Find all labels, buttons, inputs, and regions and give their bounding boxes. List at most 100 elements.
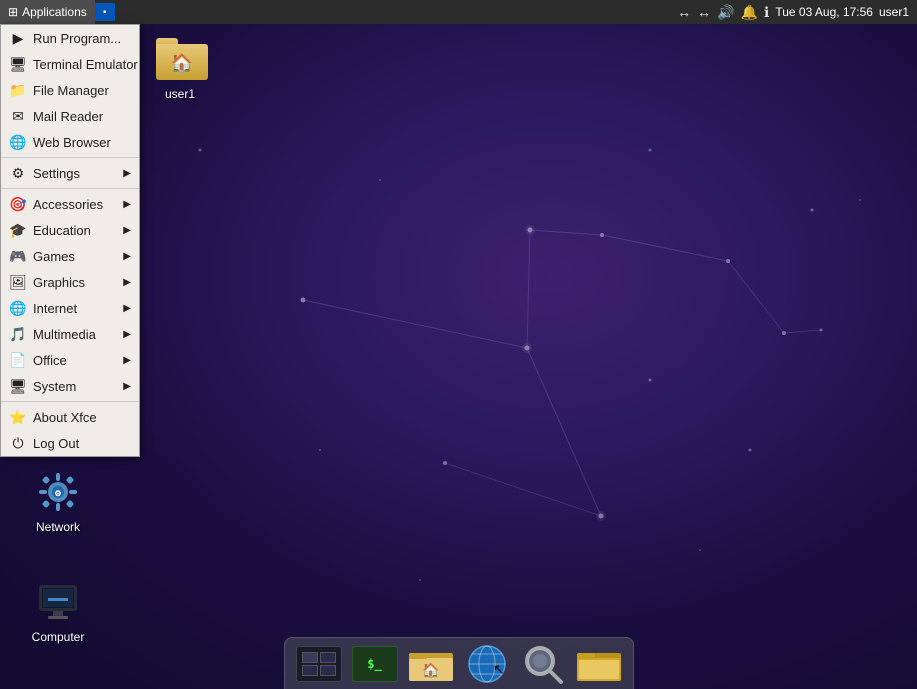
menu-item-terminal[interactable]: 🖥 Terminal Emulator (1, 51, 139, 77)
menu-item-internet-label: Internet (33, 301, 117, 316)
accessories-icon: 🎯 (9, 195, 27, 213)
multimedia-icon: 🎵 (9, 325, 27, 343)
games-icon: 🎮 (9, 247, 27, 265)
menu-item-web-browser-label: Web Browser (33, 135, 131, 150)
app-menu-label: Applications (22, 5, 87, 19)
menu-item-education-label: Education (33, 223, 117, 238)
internet-arrow-icon: ▶ (123, 303, 131, 314)
accessories-arrow-icon: ▶ (123, 199, 131, 210)
applications-dropdown: ▶ Run Program... 🖥 Terminal Emulator 📁 F… (0, 24, 140, 457)
menu-separator-1 (1, 157, 139, 158)
menu-item-file-manager-label: File Manager (33, 83, 131, 98)
network-icon[interactable]: ↔ (677, 4, 691, 20)
magnifier-dock-icon (521, 642, 565, 686)
svg-text:🏠: 🏠 (422, 662, 439, 679)
desktop-switcher-widget (296, 646, 342, 682)
user1-folder-icon: 🏠 (156, 35, 204, 83)
menu-item-graphics[interactable]: 🖼 Graphics ▶ (1, 269, 139, 295)
settings-icon: ⚙ (9, 164, 27, 182)
taskbar-top-left: ⊞ Applications ▪ (0, 0, 115, 24)
taskbar-user: user1 (879, 5, 909, 19)
menu-item-education[interactable]: 🎓 Education ▶ (1, 217, 139, 243)
home-symbol: 🏠 (171, 53, 193, 74)
menu-separator-2 (1, 188, 139, 189)
run-program-icon: ▶ (9, 29, 27, 47)
dock-browser[interactable]: ↖ (461, 642, 513, 686)
terminal-prompt: $_ (367, 657, 381, 671)
office-icon: 📄 (9, 351, 27, 369)
network-label: Network (36, 520, 80, 534)
svg-text:⚙: ⚙ (54, 489, 61, 498)
log-out-icon: ⏻ (9, 434, 27, 452)
menu-item-system[interactable]: 🖥 System ▶ (1, 373, 139, 399)
vpn-icon[interactable]: ↔ (697, 4, 711, 20)
menu-item-terminal-label: Terminal Emulator (33, 57, 138, 72)
menu-item-internet[interactable]: 🌐 Internet ▶ (1, 295, 139, 321)
games-arrow-icon: ▶ (123, 251, 131, 262)
system-arrow-icon: ▶ (123, 381, 131, 392)
multimedia-arrow-icon: ▶ (123, 329, 131, 340)
menu-item-about-xfce[interactable]: ⭐ About Xfce (1, 404, 139, 430)
internet-icon: 🌐 (9, 299, 27, 317)
desktop-icon-computer[interactable]: ▬▬ Computer (18, 578, 98, 644)
menu-item-accessories[interactable]: 🎯 Accessories ▶ (1, 191, 139, 217)
menu-item-multimedia-label: Multimedia (33, 327, 117, 342)
folder-dock-icon (577, 645, 621, 683)
file-manager-icon: 📁 (9, 81, 27, 99)
menu-item-mail-reader-label: Mail Reader (33, 109, 131, 124)
browser-dock-icon: ↖ (465, 642, 509, 686)
menu-separator-3 (1, 401, 139, 402)
about-xfce-icon: ⭐ (9, 408, 27, 426)
svg-text:↖: ↖ (493, 661, 505, 677)
dock-terminal[interactable]: $_ (349, 642, 401, 686)
notification-icon[interactable]: 🔔 (741, 4, 758, 21)
menu-item-mail-reader[interactable]: ✉ Mail Reader (1, 103, 139, 129)
graphics-arrow-icon: ▶ (123, 277, 131, 288)
desktop: ⊞ Applications ▪ ↔ ↔ 🔊 🔔 ℹ Tue 03 Aug, 1… (0, 0, 917, 689)
file-manager-dock-icon: 🏠 (409, 645, 453, 683)
menu-item-log-out-label: Log Out (33, 436, 131, 451)
dock-desktop-switcher[interactable] (293, 642, 345, 686)
menu-item-multimedia[interactable]: 🎵 Multimedia ▶ (1, 321, 139, 347)
dock-folder[interactable] (573, 642, 625, 686)
menu-item-accessories-label: Accessories (33, 197, 117, 212)
menu-item-office-label: Office (33, 353, 117, 368)
education-icon: 🎓 (9, 221, 27, 239)
menu-item-games-label: Games (33, 249, 117, 264)
network-icon-img: ⚙ (34, 468, 82, 516)
menu-item-about-xfce-label: About Xfce (33, 410, 131, 425)
desktop-icon-user1[interactable]: 🏠 user1 (140, 35, 220, 101)
applications-menu-button[interactable]: ⊞ Applications (0, 0, 95, 24)
menu-item-file-manager[interactable]: 📁 File Manager (1, 77, 139, 103)
education-arrow-icon: ▶ (123, 225, 131, 236)
menu-item-settings[interactable]: ⚙ Settings ▶ (1, 160, 139, 186)
taskbar-top: ⊞ Applications ▪ ↔ ↔ 🔊 🔔 ℹ Tue 03 Aug, 1… (0, 0, 917, 24)
menu-item-office[interactable]: 📄 Office ▶ (1, 347, 139, 373)
taskbar-time: Tue 03 Aug, 17:56 (775, 5, 873, 19)
menu-item-games[interactable]: 🎮 Games ▶ (1, 243, 139, 269)
taskbar-top-right: ↔ ↔ 🔊 🔔 ℹ Tue 03 Aug, 17:56 user1 (677, 4, 917, 21)
app-menu-icon: ⊞ (8, 5, 18, 19)
menu-item-run-program-label: Run Program... (33, 31, 131, 46)
desktop-icon-network[interactable]: ⚙ Network (18, 468, 98, 534)
dock-file-manager[interactable]: 🏠 (405, 642, 457, 686)
web-browser-icon: 🌐 (9, 133, 27, 151)
menu-item-run-program[interactable]: ▶ Run Program... (1, 25, 139, 51)
taskbar-blue-button[interactable]: ▪ (95, 3, 115, 21)
menu-item-graphics-label: Graphics (33, 275, 117, 290)
menu-item-web-browser[interactable]: 🌐 Web Browser (1, 129, 139, 155)
dock-magnifier[interactable] (517, 642, 569, 686)
graphics-icon: 🖼 (9, 273, 27, 291)
taskbar-bottom: $_ 🏠 ↖ (284, 637, 634, 689)
svg-text:▬▬: ▬▬ (48, 593, 68, 604)
info-icon[interactable]: ℹ (764, 4, 769, 21)
computer-label: Computer (32, 630, 85, 644)
mail-reader-icon: ✉ (9, 107, 27, 125)
volume-icon[interactable]: 🔊 (717, 4, 734, 21)
system-icon: 🖥 (9, 377, 27, 395)
menu-item-system-label: System (33, 379, 117, 394)
terminal-dock-icon: $_ (352, 646, 398, 682)
settings-arrow-icon: ▶ (123, 168, 131, 179)
terminal-icon: 🖥 (9, 55, 27, 73)
menu-item-log-out[interactable]: ⏻ Log Out (1, 430, 139, 456)
